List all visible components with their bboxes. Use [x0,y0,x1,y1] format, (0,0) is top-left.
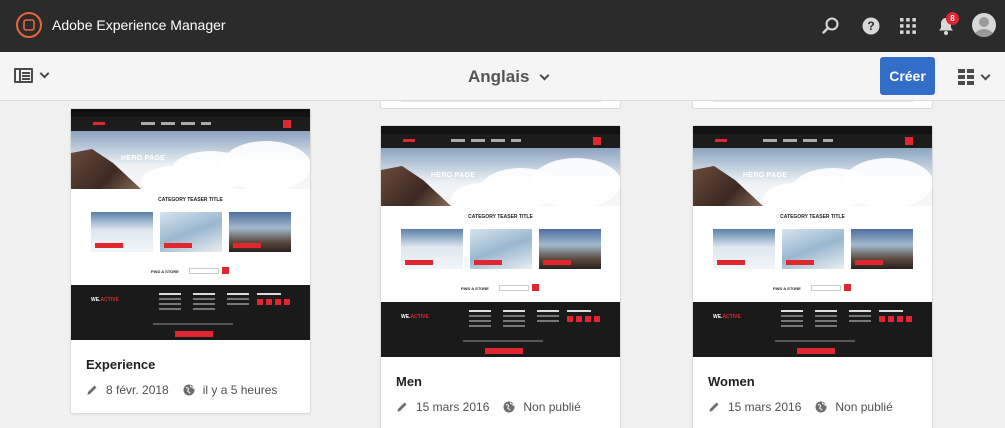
chevron-down-icon [39,68,50,79]
card-modified-date: 15 mars 2016 [416,400,490,414]
page-thumbnail: HERO PAGE CATEGORY TEASER TITLE FIND A S… [693,126,932,357]
card-grid: HERO PAGE CATEGORY TEASER TITLE FIND A S… [0,101,1005,428]
card-title[interactable]: Experience [86,357,155,372]
rail-toggle-button[interactable] [14,68,50,83]
globe-icon [815,401,827,413]
chevron-down-icon [980,70,991,80]
thumb-section-title: CATEGORY TEASER TITLE [158,197,223,203]
thumb-find-title: FIND A STORE [151,269,179,274]
thumb-section-title: CATEGORY TEASER TITLE [780,214,845,220]
card-meta: Experience 8 févr. 2018 il y a 5 heures [71,340,310,415]
pencil-icon [86,384,98,396]
globe-icon [183,384,195,396]
page-title: Anglais [468,67,530,86]
card-publish-status: Non publié [523,400,581,414]
action-bar: Anglais Créer [0,52,1005,101]
thumb-logo-accent: ACTIVE [722,314,741,320]
thumb-find-title: FIND A STORE [773,286,801,291]
shell-header: Adobe Experience Manager ? 8 [0,0,1005,52]
thumb-hero-text: HERO PAGE [121,155,166,162]
page-card[interactable]: HERO PAGE CATEGORY TEASER TITLE FIND A S… [692,125,933,428]
thumb-find-title: FIND A STORE [461,286,489,291]
card-title[interactable]: Women [708,374,755,389]
solutions-grid-icon[interactable] [896,14,920,38]
card-modified-date: 15 mars 2016 [728,400,802,414]
card-meta: Men 15 mars 2016 Non publié [381,357,620,428]
card-publish-status: il y a 5 heures [202,383,278,397]
svg-text:?: ? [867,19,874,33]
create-button[interactable]: Créer [880,57,935,95]
thumb-section-title: CATEGORY TEASER TITLE [468,214,533,220]
adobe-logo-icon[interactable] [16,12,42,38]
search-icon[interactable] [819,14,843,38]
user-avatar[interactable] [972,13,996,37]
card-publish-status: Non publié [835,400,893,414]
globe-icon [503,401,515,413]
thumb-logo-accent: ACTIVE [100,297,119,303]
card-title[interactable]: Men [396,374,422,389]
notification-badge: 8 [946,12,959,25]
card-meta: Women 15 mars 2016 Non publié [693,357,932,428]
page-card[interactable]: HERO PAGE CATEGORY TEASER TITLE FIND A S… [70,108,311,414]
view-switcher[interactable] [958,69,991,85]
app-title[interactable]: Adobe Experience Manager [52,17,226,33]
page-card[interactable]: HERO PAGE CATEGORY TEASER TITLE FIND A S… [380,125,621,428]
card-view-icon [958,69,974,85]
card-modified-date: 8 févr. 2018 [106,383,169,397]
page-thumbnail: HERO PAGE CATEGORY TEASER TITLE FIND A S… [381,126,620,357]
rail-panel-icon [14,68,33,83]
help-icon[interactable]: ? [859,14,883,38]
pencil-icon [708,401,720,413]
language-title-select[interactable]: Anglais [468,67,550,87]
chevron-down-icon [539,70,550,80]
thumb-hero-text: HERO PAGE [431,172,476,179]
pencil-icon [396,401,408,413]
thumb-logo-accent: ACTIVE [410,314,429,320]
thumb-hero-text: HERO PAGE [743,172,788,179]
page-thumbnail: HERO PAGE CATEGORY TEASER TITLE FIND A S… [71,109,310,340]
